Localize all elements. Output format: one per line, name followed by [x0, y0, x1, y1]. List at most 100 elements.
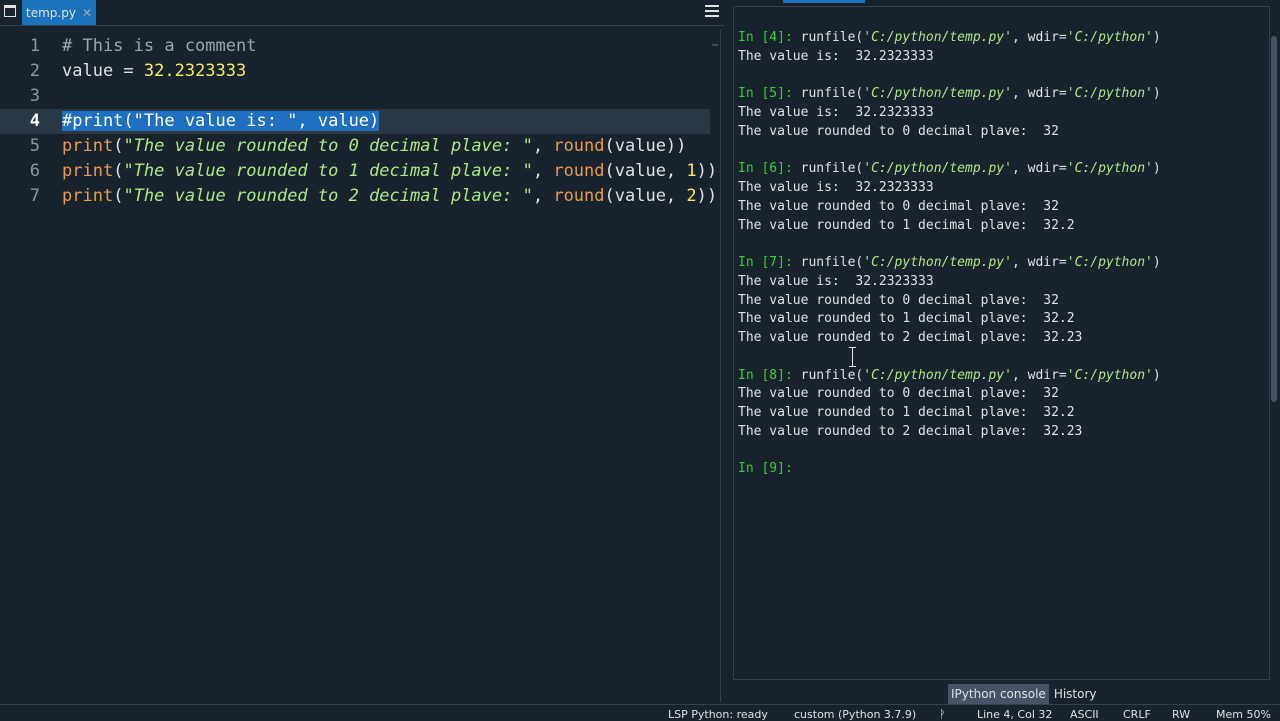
code-token: print: [62, 186, 114, 206]
permissions-status: RW: [1172, 708, 1191, 721]
editor-scroll-marker: [712, 44, 718, 46]
code-token: (value,: [604, 161, 687, 181]
tab-temp-py[interactable]: temp.py ✕: [22, 0, 96, 25]
console-output-line: The value is: 32.2323333: [738, 272, 934, 291]
console-string: 'C:/python/temp.py': [863, 30, 1012, 45]
code-token: )): [696, 161, 718, 181]
code-text: print("The value rounded to 1 decimal pl…: [62, 159, 717, 184]
console-string: 'C:/python': [1066, 255, 1153, 270]
code-token: "The value rounded to 2 decimal plave: ": [123, 186, 533, 206]
line-number: 3: [29, 86, 40, 106]
code-editor[interactable]: 1 # This is a comment 2 value = 32.2323333 3…: [0, 30, 721, 702]
console-output-text: The value rounded to 1 decimal plave: 32…: [738, 217, 1075, 233]
console-prompt: In [9]:: [738, 461, 793, 477]
console-output[interactable]: In [4]: runfile('C:/python/temp.py', wdi…: [733, 6, 1270, 680]
tab-ipython-console[interactable]: IPython console: [948, 684, 1049, 704]
code-token: # This is a comment: [62, 36, 257, 56]
console-active-tab-indicator: [783, 0, 865, 3]
code-line[interactable]: 4 #print("The value is: ", value): [0, 109, 710, 134]
console-output-text: The value rounded to 0 decimal plave: 32: [738, 292, 1059, 308]
code-token: ,: [532, 161, 554, 181]
console-command: ): [1152, 161, 1161, 177]
console-output-text: The value rounded to 1 decimal plave: 32…: [738, 311, 1075, 327]
close-icon[interactable]: ✕: [82, 6, 92, 20]
hamburger-menu-icon[interactable]: [705, 5, 719, 19]
code-token: (value,: [604, 186, 687, 206]
code-token: "The value rounded to 0 decimal plave: ": [123, 136, 533, 156]
code-text: print("The value rounded to 2 decimal pl…: [62, 184, 717, 209]
console-prompt: In [7]:: [738, 255, 793, 270]
line-number: 5: [29, 136, 40, 156]
encoding-status: ASCII: [1070, 708, 1099, 721]
console-prompt: In [4]:: [738, 30, 793, 45]
code-text: value = 32.2323333: [62, 59, 246, 84]
code-line[interactable]: 6 print("The value rounded to 1 decimal p…: [0, 159, 717, 184]
console-string: 'C:/python/temp.py': [863, 255, 1012, 270]
line-number: 4: [29, 111, 40, 131]
console-output-line: The value rounded to 2 decimal plave: 32…: [738, 328, 1082, 347]
console-output-text: The value rounded to 2 decimal plave: 32…: [738, 330, 1083, 345]
eol-status: CRLF: [1123, 708, 1151, 721]
code-token: ,: [532, 136, 554, 156]
console-string: 'C:/python': [1066, 367, 1153, 383]
code-text: #print("The value is: ", value): [62, 109, 380, 134]
console-output-line: The value rounded to 1 decimal plave: 32…: [738, 309, 1075, 328]
tab-history[interactable]: History: [1050, 684, 1100, 704]
code-line[interactable]: 1 # This is a comment: [0, 34, 710, 59]
console-command: , wdir=: [1011, 30, 1067, 45]
code-token: round: [553, 161, 605, 181]
console-command: ): [1152, 367, 1161, 383]
console-output-line: The value is: 32.2323333: [738, 178, 934, 197]
console-output-line: The value rounded to 2 decimal plave: 32…: [738, 422, 1082, 441]
console-string: 'C:/python': [1066, 161, 1153, 177]
console-output-text: The value is: 32.2323333: [738, 48, 934, 64]
console-output-line: The value rounded to 0 decimal plave: 32: [738, 384, 1059, 403]
code-token: (: [113, 161, 124, 181]
code-token: value =: [62, 61, 144, 81]
console-output-text: The value is: 32.2323333: [738, 105, 934, 120]
console-command: , wdir=: [1011, 367, 1067, 383]
console-output-text: The value is: 32.2323333: [738, 273, 934, 289]
cursor-position: Line 4, Col 32: [977, 708, 1053, 721]
console-command: ): [1152, 86, 1161, 102]
console-output-text: The value is: 32.2323333: [738, 180, 934, 195]
code-line[interactable]: 3: [0, 84, 710, 109]
file-browser-icon[interactable]: [4, 5, 16, 17]
console-scrollbar[interactable]: [1271, 36, 1277, 402]
ipython-console-pane: In [4]: runfile('C:/python/temp.py', wdi…: [733, 0, 1280, 704]
code-text: print("The value rounded to 0 decimal pl…: [62, 134, 686, 159]
console-output-text: The value rounded to 0 decimal plave: 32: [738, 198, 1059, 214]
console-output-line: The value rounded to 0 decimal plave: 32: [738, 197, 1059, 216]
console-output-line: The value is: 32.2323333: [738, 103, 934, 122]
code-token: round: [553, 136, 605, 156]
code-token: (value)): [604, 136, 687, 156]
console-command: , wdir=: [1011, 161, 1067, 177]
console-command: runfile(: [792, 255, 864, 270]
console-output-text: The value rounded to 1 decimal plave: 32…: [738, 405, 1075, 420]
line-number: 2: [29, 61, 40, 81]
console-output-text: The value rounded to 0 decimal plave: 32: [738, 386, 1059, 402]
env-status[interactable]: custom (Python 3.7.9): [794, 709, 916, 721]
code-line[interactable]: 5 print("The value rounded to 0 decimal p…: [0, 134, 710, 159]
console-command: runfile(: [792, 161, 864, 177]
code-token: 2: [686, 186, 697, 206]
console-command: ): [1152, 255, 1161, 270]
bottom-tabbar: IPython console History: [948, 684, 1100, 704]
ibeam-cursor-icon: [849, 347, 856, 367]
line-number: 1: [29, 36, 40, 56]
console-output-line: The value rounded to 1 decimal plave: 32…: [738, 216, 1075, 235]
code-text: # This is a comment: [62, 34, 256, 59]
code-line[interactable]: 2 value = 32.2323333: [0, 59, 710, 84]
status-bar: LSP Python: ready custom (Python 3.7.9) …: [0, 704, 1280, 721]
vcs-icon: ᚹ: [939, 708, 946, 721]
lsp-status[interactable]: LSP Python: ready: [668, 709, 768, 721]
code-token: )): [696, 186, 718, 206]
console-output-text: The value rounded to 0 decimal plave: 32: [738, 123, 1059, 139]
code-token: print: [62, 161, 114, 181]
console-input-line: In [6]: runfile('C:/python/temp.py', wdi…: [738, 159, 1161, 178]
console-command: runfile(: [792, 86, 864, 102]
console-string: 'C:/python/temp.py': [863, 367, 1012, 383]
console-output-line: The value rounded to 0 decimal plave: 32: [738, 122, 1059, 141]
code-line[interactable]: 7 print("The value rounded to 2 decimal p…: [0, 184, 717, 209]
line-number: 6: [29, 161, 40, 181]
